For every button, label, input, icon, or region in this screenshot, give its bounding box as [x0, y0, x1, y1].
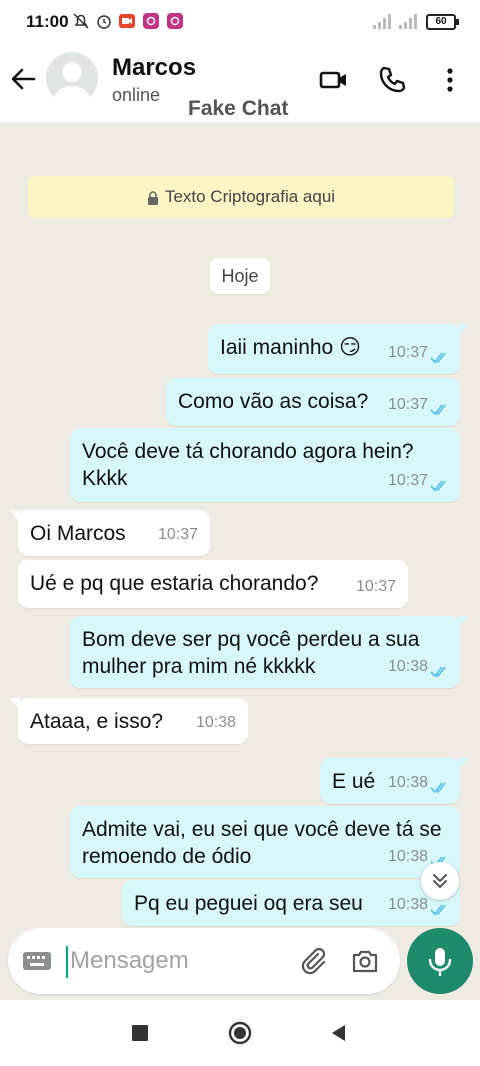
message-time: 10:37 — [387, 344, 428, 361]
message-text: Como vão as coisa? — [178, 390, 369, 413]
video-call-icon[interactable] — [318, 64, 350, 96]
keyboard-icon[interactable] — [22, 948, 52, 974]
contact-status: online — [112, 85, 161, 105]
avatar[interactable] — [46, 52, 98, 104]
message-bubble-outgoing[interactable]: Iaii maninho 😏 10:37 — [208, 324, 468, 374]
message-bubble-outgoing[interactable]: E ué 10:38 — [320, 758, 468, 804]
message-text: E ué — [332, 770, 376, 793]
message-bubble-outgoing[interactable]: Pq eu peguei oq era seu 10:38 — [122, 880, 460, 926]
bubble-tail — [10, 510, 20, 522]
recent-apps-icon[interactable] — [128, 1021, 152, 1045]
read-ticks-icon — [430, 904, 446, 916]
status-bar: 11:00 60 — [0, 0, 480, 44]
message-bubble-outgoing[interactable]: Admite vai, eu sei que você deve tá se r… — [70, 806, 460, 878]
default-avatar-icon — [54, 62, 90, 104]
message-time: 10:37 — [157, 526, 198, 543]
instagram-icon — [167, 13, 183, 29]
message-text: Iaii maninho 😏 — [220, 336, 361, 359]
lock-icon — [147, 190, 158, 205]
encryption-notice-text: Texto Criptografia aqui — [164, 187, 336, 206]
message-bubble-incoming[interactable]: Oi Marcos 10:37 — [10, 510, 210, 556]
chat-area[interactable]: Texto Criptografia aqui Hoje Iaii maninh… — [0, 122, 480, 1000]
message-time: 10:37 — [355, 578, 396, 595]
message-time: 10:38 — [195, 714, 236, 731]
message-time: 10:38 — [387, 774, 428, 791]
phone-call-icon[interactable] — [376, 64, 408, 96]
microphone-icon — [428, 948, 452, 977]
paperclip-icon[interactable] — [298, 946, 328, 976]
message-text: Ataaa, e isso? — [30, 710, 164, 733]
system-navigation-bar — [0, 1000, 480, 1066]
read-ticks-icon — [430, 480, 446, 492]
voice-message-button[interactable] — [407, 928, 473, 994]
message-bubble-outgoing[interactable]: Você deve tá chorando agora hein? Kkkk 1… — [70, 428, 460, 502]
read-ticks-icon — [430, 352, 446, 364]
message-time: 10:38 — [387, 658, 428, 675]
text-caret — [66, 946, 68, 978]
alarm-icon — [97, 15, 111, 29]
more-options-icon[interactable] — [434, 64, 466, 96]
double-chevron-down-icon — [433, 874, 447, 889]
message-bubble-incoming[interactable]: Ataaa, e isso? 10:38 — [10, 698, 248, 744]
home-icon[interactable] — [228, 1021, 252, 1045]
battery-indicator: 60 — [426, 14, 459, 30]
contact-name[interactable]: Marcos — [112, 54, 196, 82]
bubble-tail — [458, 324, 468, 336]
read-ticks-icon — [430, 782, 446, 794]
message-composer — [8, 928, 400, 994]
status-time: 11:00 — [26, 12, 69, 31]
camera-icon[interactable] — [350, 946, 380, 976]
message-bubble-outgoing[interactable]: Bom deve ser pq você perdeu a sua mulher… — [70, 616, 468, 688]
scroll-to-bottom-button[interactable] — [421, 862, 459, 900]
date-separator: Hoje — [210, 258, 270, 294]
encryption-notice[interactable]: Texto Criptografia aqui — [28, 176, 454, 218]
message-bubble-incoming[interactable]: Ué e pq que estaria chorando? 10:37 — [18, 560, 408, 608]
bubble-tail — [10, 698, 20, 710]
mute-notifications-icon — [73, 13, 89, 29]
message-input[interactable] — [70, 941, 290, 981]
back-triangle-icon[interactable] — [326, 1021, 350, 1045]
read-ticks-icon — [430, 404, 446, 416]
message-text: Oi Marcos — [30, 522, 126, 545]
signal-icon — [399, 14, 417, 29]
message-text: Pq eu peguei oq era seu — [134, 892, 363, 915]
back-arrow-icon[interactable] — [8, 64, 38, 94]
message-bubble-outgoing[interactable]: Como vão as coisa? 10:37 — [166, 378, 460, 426]
message-time: 10:37 — [387, 396, 428, 413]
message-time: 10:37 — [387, 472, 428, 489]
instagram-icon — [143, 13, 159, 29]
message-text: Ué e pq que estaria chorando? — [30, 572, 319, 595]
video-app-icon — [119, 14, 135, 28]
signal-icon — [373, 14, 391, 29]
chat-header: Marcos online Fake Chat — [0, 44, 480, 122]
bubble-tail — [458, 758, 468, 770]
bubble-tail — [458, 616, 468, 628]
watermark: Fake Chat — [188, 97, 289, 120]
read-ticks-icon — [430, 666, 446, 678]
